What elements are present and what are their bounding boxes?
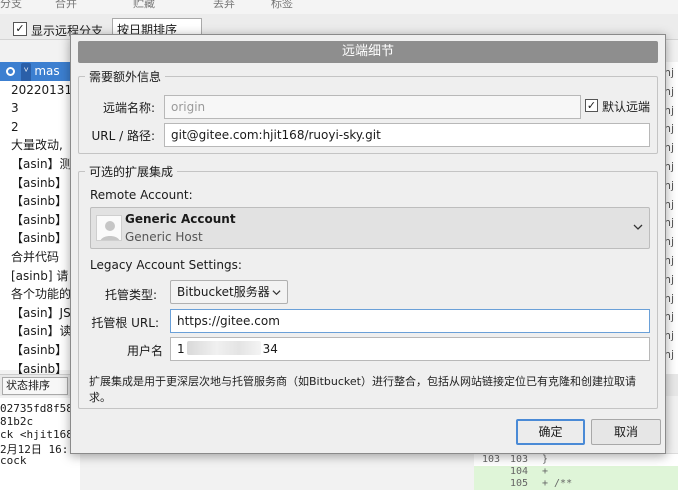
commit-row[interactable]: 20220131	[0, 81, 80, 100]
commit-message: 20220131	[11, 82, 73, 97]
commit-row[interactable]: ⱽ mas	[0, 62, 80, 81]
commit-list: ⱽ mas 20220131 3 2 大量改动, 【asin】测 【asinb】 【asinb】…	[0, 62, 80, 376]
integration-help-text: 扩展集成是用于更深层次地与托管服务商（如Bitbucket）进行整合，包括从网站…	[89, 375, 636, 404]
commit-message: 合并代码	[11, 250, 60, 264]
commit-row[interactable]: 【asinb】	[0, 341, 80, 360]
commit-row[interactable]: 大量改动,	[0, 136, 80, 155]
ok-button[interactable]: 确定	[516, 419, 585, 445]
commit-message: 【asinb】	[11, 212, 68, 227]
cancel-button[interactable]: 取消	[591, 419, 661, 445]
dialog-title: 远端细节	[78, 41, 658, 63]
commit-row[interactable]: 【asin】JS	[0, 304, 80, 323]
commit-row[interactable]: 【asinb】	[0, 211, 80, 230]
integration-legend: 可选的扩展集成	[85, 163, 178, 180]
commit-message: mas	[34, 64, 60, 78]
commit-row[interactable]: 【asin】测	[0, 155, 80, 174]
diff-line: 105 + /**	[474, 478, 678, 490]
host-type-label: 托管类型:	[104, 288, 157, 302]
username-suffix: 34	[262, 342, 278, 356]
host-type-value: Bitbucket服务器	[177, 285, 270, 299]
commit-row[interactable]: 合并代码	[0, 248, 80, 267]
commit-row[interactable]: [asinb] 请	[0, 267, 80, 286]
toolbar-discard-label[interactable]: 丢弃	[213, 0, 235, 11]
commit-detail-line: 81b2c	[0, 415, 34, 428]
toolbar-tag-label[interactable]: 标签	[271, 0, 293, 11]
commit-row[interactable]: 【asinb】	[0, 229, 80, 248]
url-path-input[interactable]: git@gitee.com:hjit168/ruoyi-sky.git	[164, 123, 650, 147]
file-status-bar: 状态排序	[0, 374, 80, 396]
remote-account-label: Remote Account:	[90, 188, 193, 202]
remote-name-input[interactable]: origin	[164, 95, 581, 119]
account-name: Generic Account	[125, 212, 236, 226]
commit-message: 【asin】测	[11, 157, 72, 171]
toolbar-stash-label[interactable]: 贮藏	[133, 0, 155, 11]
diff-code: }	[542, 454, 549, 465]
required-info-legend: 需要额外信息	[85, 68, 166, 85]
remote-account-select[interactable]: Generic Account Generic Host	[90, 207, 650, 249]
diff-right: 104	[510, 466, 529, 477]
commit-message: [asinb] 请	[11, 268, 69, 283]
commit-message: 【asinb】	[11, 343, 68, 357]
username-prefix: 1	[177, 342, 185, 356]
commit-node-icon	[6, 67, 15, 76]
commit-message: 各个功能的	[11, 287, 72, 302]
commit-row[interactable]: 【asin】读	[0, 322, 80, 341]
diff-line: 104 +	[474, 466, 678, 478]
host-root-url-input[interactable]: https://gitee.com	[170, 309, 650, 333]
chevron-down-icon	[272, 290, 281, 296]
legacy-settings-label: Legacy Account Settings:	[90, 258, 242, 272]
chevron-down-icon	[633, 224, 643, 230]
commit-message: 【asinb】	[11, 194, 68, 209]
account-avatar-icon	[96, 215, 122, 241]
toolbar-merge-label[interactable]: 合并	[55, 0, 77, 11]
remote-details-dialog: 远端细节 需要额外信息 远端名称: origin ✓ 默认远端 URL / 路径…	[70, 34, 666, 454]
commit-row[interactable]: 各个功能的	[0, 285, 80, 304]
url-path-label: URL / 路径:	[91, 129, 155, 143]
commit-message: 【asinb】	[11, 231, 68, 246]
diff-left: 103	[482, 454, 501, 465]
default-remote-label: 默认远端	[602, 100, 651, 114]
commit-message: 【asin】JS	[11, 305, 71, 320]
host-type-select[interactable]: Bitbucket服务器	[170, 280, 288, 304]
diff-code: + /**	[542, 478, 573, 489]
show-remote-branches-checkbox[interactable]: ✓	[13, 22, 27, 36]
username-input[interactable]: 1 34	[170, 337, 650, 361]
commit-details: 02735fd8f58 81b2c ck <hjit168@ 2月12日 16: coc…	[0, 398, 80, 490]
commit-row[interactable]: 2	[0, 118, 80, 137]
remote-name-label: 远端名称:	[102, 101, 155, 115]
branch-tag: ⱽ	[21, 63, 32, 81]
diff-right: 103	[510, 454, 529, 465]
commit-message: 【asinb】	[11, 175, 68, 190]
commit-detail-line: cock	[0, 454, 27, 467]
commit-detail-line: 02735fd8f58	[0, 402, 73, 415]
main-toolbar: 分支 合并 贮藏 丢弃 标签	[0, 0, 678, 14]
commit-message: 3	[11, 101, 19, 116]
commit-row[interactable]: 【asinb】	[0, 174, 80, 193]
commit-row[interactable]: 【asinb】	[0, 192, 80, 211]
default-remote-checkbox[interactable]: ✓	[585, 99, 598, 112]
diff-view: 103 103} 104 +105 + /**	[474, 453, 678, 490]
commit-message: 【asin】读	[11, 324, 72, 339]
commit-detail-line: ck <hjit168@	[0, 428, 80, 441]
diff-right: 105	[510, 478, 529, 489]
username-redaction	[186, 341, 261, 355]
account-host: Generic Host	[125, 230, 203, 244]
host-root-url-label: 托管根 URL:	[91, 316, 159, 330]
commit-message: 大量改动,	[11, 138, 63, 153]
right-bottom-bar	[664, 374, 678, 396]
toolbar-branch-label[interactable]: 分支	[0, 0, 22, 11]
username-label: 用户名	[126, 344, 163, 358]
diff-code: +	[542, 466, 549, 477]
commit-message: 2	[11, 119, 19, 134]
commit-row[interactable]: 3	[0, 99, 80, 118]
file-status-sort-button[interactable]: 状态排序	[2, 377, 68, 395]
diff-line: 103 103}	[474, 454, 678, 466]
